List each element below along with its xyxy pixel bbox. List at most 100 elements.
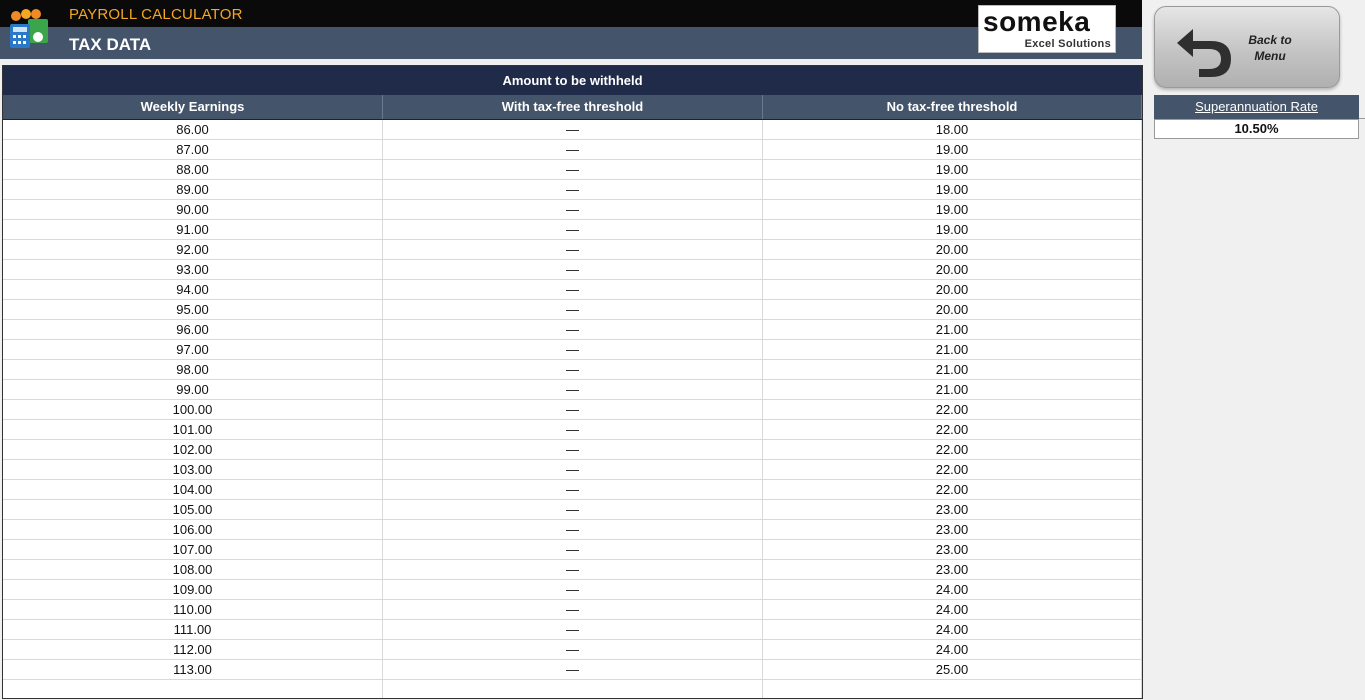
cell-with-threshold[interactable]: —	[383, 400, 763, 419]
cell-no-threshold[interactable]: 20.00	[763, 300, 1142, 319]
cell-no-threshold[interactable]: 19.00	[763, 200, 1142, 219]
cell-weekly-earnings[interactable]: 98.00	[3, 360, 383, 379]
cell-no-threshold[interactable]: 23.00	[763, 520, 1142, 539]
cell-no-threshold[interactable]: 23.00	[763, 560, 1142, 579]
cell-with-threshold[interactable]: —	[383, 260, 763, 279]
cell-weekly-earnings[interactable]: 88.00	[3, 160, 383, 179]
cell-weekly-earnings[interactable]: 93.00	[3, 260, 383, 279]
cell-no-threshold[interactable]: 22.00	[763, 460, 1142, 479]
cell-with-threshold[interactable]: —	[383, 640, 763, 659]
cell-with-threshold[interactable]: —	[383, 240, 763, 259]
cell-no-threshold[interactable]: 21.00	[763, 360, 1142, 379]
cell-weekly-earnings[interactable]: 96.00	[3, 320, 383, 339]
cell-with-threshold[interactable]: —	[383, 360, 763, 379]
cell-weekly-earnings[interactable]: 95.00	[3, 300, 383, 319]
cell-with-threshold[interactable]: —	[383, 160, 763, 179]
cell-weekly-earnings[interactable]: 111.00	[3, 620, 383, 639]
cell-with-threshold[interactable]: —	[383, 540, 763, 559]
cell-no-threshold[interactable]: 20.00	[763, 260, 1142, 279]
cell-weekly-earnings[interactable]: 105.00	[3, 500, 383, 519]
cell-weekly-earnings[interactable]: 102.00	[3, 440, 383, 459]
cell-no-threshold[interactable]: 23.00	[763, 500, 1142, 519]
cell-no-threshold[interactable]: 19.00	[763, 140, 1142, 159]
cell-no-threshold[interactable]: 18.00	[763, 120, 1142, 139]
table-row: 97.00—21.00	[3, 340, 1142, 360]
cell-no-threshold[interactable]: 20.00	[763, 240, 1142, 259]
back-label-line2: Menu	[1254, 49, 1286, 63]
cell-weekly-earnings[interactable]: 108.00	[3, 560, 383, 579]
cell-weekly-earnings[interactable]: 110.00	[3, 600, 383, 619]
cell-no-threshold[interactable]: 19.00	[763, 180, 1142, 199]
cell-with-threshold[interactable]: —	[383, 280, 763, 299]
cell-with-threshold[interactable]: —	[383, 500, 763, 519]
cell-with-threshold[interactable]: —	[383, 600, 763, 619]
table-row: 99.00—21.00	[3, 380, 1142, 400]
cell-with-threshold[interactable]: —	[383, 320, 763, 339]
cell-with-threshold[interactable]: —	[383, 620, 763, 639]
cell-weekly-earnings[interactable]: 103.00	[3, 460, 383, 479]
cell-no-threshold[interactable]: 24.00	[763, 640, 1142, 659]
cell-weekly-earnings[interactable]: 97.00	[3, 340, 383, 359]
table-row: 107.00—23.00	[3, 540, 1142, 560]
cell-weekly-earnings[interactable]: 101.00	[3, 420, 383, 439]
cell-weekly-earnings[interactable]: 99.00	[3, 380, 383, 399]
cell-weekly-earnings[interactable]: 94.00	[3, 280, 383, 299]
cell-with-threshold[interactable]	[383, 680, 763, 698]
table-row: 102.00—22.00	[3, 440, 1142, 460]
cell-with-threshold[interactable]: —	[383, 420, 763, 439]
cell-weekly-earnings[interactable]: 107.00	[3, 540, 383, 559]
cell-with-threshold[interactable]: —	[383, 440, 763, 459]
cell-no-threshold[interactable]: 20.00	[763, 280, 1142, 299]
cell-with-threshold[interactable]: —	[383, 220, 763, 239]
brand-subtitle: Excel Solutions	[1024, 38, 1111, 50]
cell-with-threshold[interactable]: —	[383, 460, 763, 479]
cell-with-threshold[interactable]: —	[383, 660, 763, 679]
cell-no-threshold[interactable]: 21.00	[763, 320, 1142, 339]
cell-with-threshold[interactable]: —	[383, 580, 763, 599]
cell-with-threshold[interactable]: —	[383, 520, 763, 539]
cell-with-threshold[interactable]: —	[383, 180, 763, 199]
cell-weekly-earnings[interactable]: 113.00	[3, 660, 383, 679]
cell-weekly-earnings[interactable]: 100.00	[3, 400, 383, 419]
cell-with-threshold[interactable]: —	[383, 140, 763, 159]
cell-no-threshold[interactable]	[763, 680, 1142, 698]
cell-no-threshold[interactable]: 22.00	[763, 420, 1142, 439]
cell-no-threshold[interactable]: 19.00	[763, 160, 1142, 179]
cell-no-threshold[interactable]: 22.00	[763, 440, 1142, 459]
cell-no-threshold[interactable]: 22.00	[763, 480, 1142, 499]
cell-weekly-earnings[interactable]: 112.00	[3, 640, 383, 659]
cell-weekly-earnings[interactable]	[3, 680, 383, 698]
superannuation-rate-value[interactable]: 10.50%	[1154, 119, 1359, 139]
cell-weekly-earnings[interactable]: 87.00	[3, 140, 383, 159]
cell-no-threshold[interactable]: 23.00	[763, 540, 1142, 559]
superannuation-rate-label[interactable]: Superannuation Rate	[1154, 95, 1359, 119]
cell-with-threshold[interactable]: —	[383, 380, 763, 399]
table-row: 110.00—24.00	[3, 600, 1142, 620]
cell-no-threshold[interactable]: 24.00	[763, 620, 1142, 639]
cell-no-threshold[interactable]: 21.00	[763, 380, 1142, 399]
cell-weekly-earnings[interactable]: 89.00	[3, 180, 383, 199]
cell-with-threshold[interactable]: —	[383, 300, 763, 319]
cell-no-threshold[interactable]: 24.00	[763, 600, 1142, 619]
table-row: 96.00—21.00	[3, 320, 1142, 340]
cell-no-threshold[interactable]: 24.00	[763, 580, 1142, 599]
cell-no-threshold[interactable]: 19.00	[763, 220, 1142, 239]
cell-with-threshold[interactable]: —	[383, 120, 763, 139]
cell-weekly-earnings[interactable]: 91.00	[3, 220, 383, 239]
cell-weekly-earnings[interactable]: 109.00	[3, 580, 383, 599]
cell-with-threshold[interactable]: —	[383, 340, 763, 359]
table-row: 108.00—23.00	[3, 560, 1142, 580]
cell-weekly-earnings[interactable]: 104.00	[3, 480, 383, 499]
cell-no-threshold[interactable]: 21.00	[763, 340, 1142, 359]
brand-logo[interactable]: someka Excel Solutions	[978, 5, 1116, 53]
cell-weekly-earnings[interactable]: 92.00	[3, 240, 383, 259]
cell-weekly-earnings[interactable]: 90.00	[3, 200, 383, 219]
cell-weekly-earnings[interactable]: 106.00	[3, 520, 383, 539]
cell-no-threshold[interactable]: 25.00	[763, 660, 1142, 679]
cell-no-threshold[interactable]: 22.00	[763, 400, 1142, 419]
back-to-menu-button[interactable]: Back to Menu	[1154, 6, 1340, 88]
cell-with-threshold[interactable]: —	[383, 480, 763, 499]
cell-with-threshold[interactable]: —	[383, 200, 763, 219]
cell-weekly-earnings[interactable]: 86.00	[3, 120, 383, 139]
cell-with-threshold[interactable]: —	[383, 560, 763, 579]
